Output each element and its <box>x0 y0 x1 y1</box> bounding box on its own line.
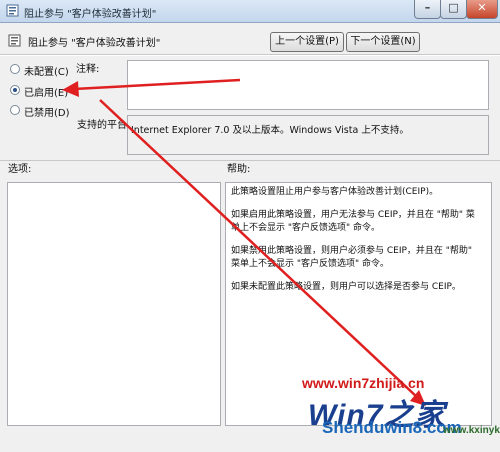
comment-textarea[interactable] <box>127 60 489 110</box>
comment-label: 注释: <box>76 64 100 75</box>
radio-disabled-circle[interactable] <box>10 105 20 115</box>
radio-not-configured-label: 未配置(C) <box>24 67 69 78</box>
watermark-url-1: www.win7zhijia.cn <box>302 375 425 391</box>
watermark-url-2: Shenduwin8.com <box>322 418 462 437</box>
previous-setting-button[interactable]: 上一个设置(P) <box>270 32 344 52</box>
close-button[interactable]: ✕ <box>466 0 498 19</box>
radio-enabled-label: 已启用(E) <box>24 88 69 99</box>
options-panel[interactable] <box>7 182 221 426</box>
policy-icon <box>8 34 21 47</box>
help-label: 帮助: <box>227 164 251 175</box>
maximize-button[interactable]: □ <box>440 0 467 19</box>
policy-settings-icon <box>6 4 19 17</box>
radio-disabled-label: 已禁用(D) <box>24 108 70 119</box>
radio-enabled-circle[interactable] <box>10 85 20 95</box>
radio-not-configured-circle[interactable] <box>10 64 20 74</box>
watermark-url-3: www.kxinyk.com <box>443 425 500 436</box>
platform-value: Internet Explorer 7.0 及以上版本。Windows Vist… <box>131 125 409 136</box>
platform-label: 支持的平台: <box>77 120 131 131</box>
policy-name: 阻止参与 "客户体验改善计划" <box>28 38 161 49</box>
window-title: 阻止参与 "客户体验改善计划" <box>24 9 157 20</box>
options-label: 选项: <box>8 164 32 175</box>
title-bar: 阻止参与 "客户体验改善计划" – □ ✕ <box>0 0 500 23</box>
help-paragraph-1: 此策略设置阻止用户参与客户体验改善计划(CEIP)。 <box>231 187 439 197</box>
minimize-button[interactable]: – <box>414 0 441 19</box>
platform-box: Internet Explorer 7.0 及以上版本。Windows Vist… <box>127 115 489 155</box>
next-setting-button[interactable]: 下一个设置(N) <box>346 32 420 52</box>
header-divider <box>0 54 500 56</box>
help-paragraph-2: 如果启用此策略设置，用户无法参与 CEIP，并且在 "帮助" 菜单上不会显示 "… <box>231 210 475 233</box>
help-paragraph-3: 如果禁用此策略设置，则用户必须参与 CEIP，并且在 "帮助" 菜单上不会显示 … <box>231 246 473 269</box>
help-paragraph-4: 如果未配置此策略设置，则用户可以选择是否参与 CEIP。 <box>231 282 461 292</box>
